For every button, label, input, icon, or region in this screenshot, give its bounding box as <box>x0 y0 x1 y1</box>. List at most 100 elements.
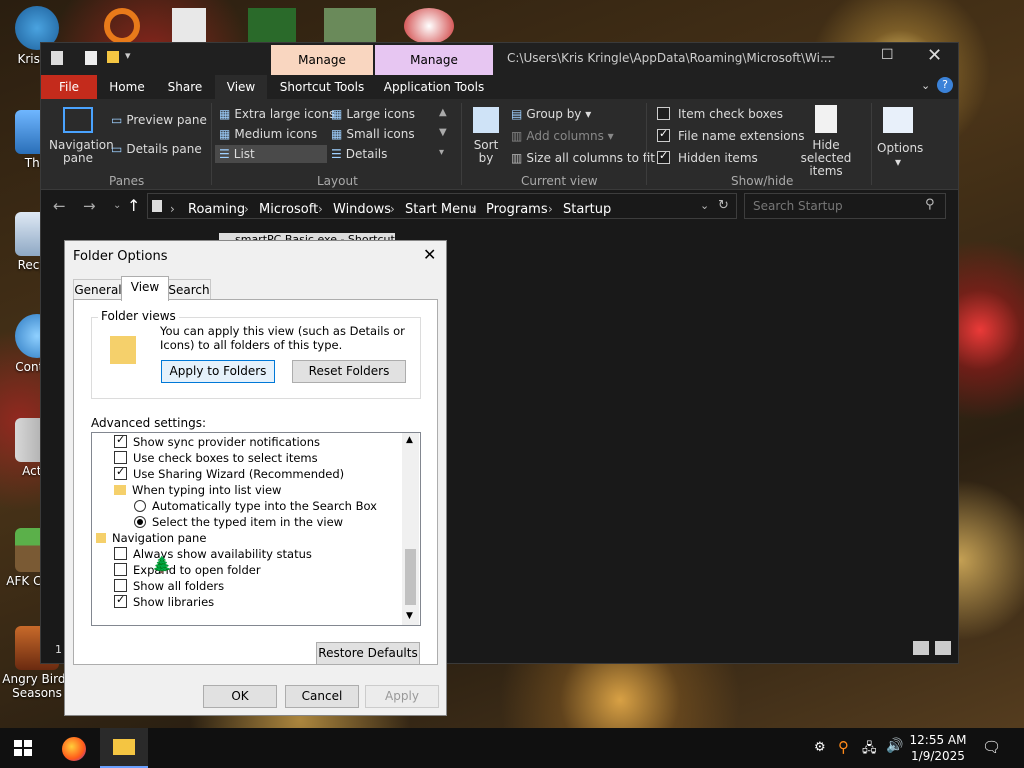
breadcrumb-start-menu[interactable]: Start Menu <box>405 202 477 217</box>
tab-share[interactable]: Share <box>157 75 213 99</box>
radio-button[interactable] <box>134 516 146 528</box>
checkbox[interactable] <box>657 127 670 142</box>
folder-options-dialog[interactable]: Folder Options ✕ General View Search Fol… <box>64 240 447 716</box>
layout-medium-icons[interactable]: ▦ Medium icons <box>219 127 317 141</box>
breadcrumb-microsoft[interactable]: Microsoft <box>259 202 318 217</box>
layout-small-icons[interactable]: ▦ Small icons <box>331 127 415 141</box>
breadcrumb-startup[interactable]: Startup <box>563 202 611 217</box>
radio-button[interactable] <box>134 500 146 512</box>
list-item[interactable]: Expand to open folder <box>114 563 261 577</box>
checkbox[interactable] <box>114 433 127 448</box>
forward-arrow-icon[interactable]: → <box>83 197 96 215</box>
breadcrumb-separator[interactable]: › <box>390 202 395 216</box>
checkbox[interactable] <box>114 547 127 560</box>
layout-list[interactable]: ☰ List <box>215 145 327 163</box>
tab-file[interactable]: File <box>41 75 97 99</box>
checkbox[interactable] <box>114 465 127 480</box>
group-by-button[interactable]: ▤ Group by ▾ <box>511 107 591 121</box>
details-pane-button[interactable]: ▭ Details pane <box>111 142 202 156</box>
tab-view[interactable]: View <box>215 75 267 99</box>
list-item[interactable]: Show all folders <box>114 579 224 593</box>
scrollbar[interactable]: ▲ ▼ <box>402 433 419 625</box>
political-2020-icon[interactable] <box>404 8 454 44</box>
add-columns-button[interactable]: ▥ Add columns ▾ <box>511 129 614 143</box>
firefox-icon[interactable] <box>62 737 86 761</box>
title-bar[interactable]: ▾ Manage Manage C:\Users\Kris Kringle\Ap… <box>41 43 958 75</box>
action-center-icon[interactable]: 🗨 <box>982 738 1001 756</box>
address-dropdown-icon[interactable]: ⌄ <box>700 199 709 212</box>
layout-scroll-up-icon[interactable]: ▲ <box>439 107 447 118</box>
clock[interactable]: 12:55 AM 1/9/2025 <box>906 732 970 764</box>
checkbox[interactable] <box>114 563 127 576</box>
breadcrumb-roaming[interactable]: Roaming <box>188 202 245 217</box>
cancel-button[interactable]: Cancel <box>285 685 359 708</box>
search-box[interactable]: Search Startup ⚲ <box>744 193 946 219</box>
network-icon[interactable]: 🖧 <box>862 739 877 761</box>
new-folder-icon[interactable] <box>107 51 119 63</box>
navigation-pane-button[interactable]: Navigation pane <box>49 139 114 165</box>
breadcrumb-programs[interactable]: Programs <box>486 202 548 217</box>
scrollbar-thumb[interactable] <box>405 549 416 605</box>
list-item[interactable]: Automatically type into the Search Box <box>134 499 377 513</box>
options-button[interactable]: Options ▾ <box>877 141 923 169</box>
minimize-button[interactable]: — <box>821 49 835 65</box>
tab-shortcut-tools[interactable]: Shortcut Tools <box>271 75 373 99</box>
item-check-boxes-toggle[interactable]: Item check boxes <box>657 107 783 121</box>
checkbox[interactable] <box>114 593 127 608</box>
reset-folders-button[interactable]: Reset Folders <box>292 360 406 383</box>
context-tab-manage-1[interactable]: Manage <box>271 45 373 75</box>
hidden-items-toggle[interactable]: Hidden items <box>657 149 758 165</box>
layout-large-icons[interactable]: ▦ Large icons <box>331 107 415 121</box>
layout-expand-icon[interactable]: ▾ <box>439 147 444 158</box>
file-name-extensions-toggle[interactable]: File name extensions <box>657 127 805 143</box>
advanced-settings-list[interactable]: Show sync provider notifications Use che… <box>91 432 421 626</box>
list-item[interactable]: Always show availability status <box>114 547 312 561</box>
help-icon[interactable]: ? <box>937 77 953 93</box>
tab-view[interactable]: View <box>121 276 169 301</box>
scroll-up-icon[interactable]: ▲ <box>406 435 413 445</box>
tab-search[interactable]: Search <box>167 279 211 300</box>
recent-locations-icon[interactable]: ⌄ <box>113 200 121 211</box>
properties-icon[interactable] <box>85 51 97 65</box>
checkbox[interactable] <box>114 451 127 464</box>
list-item[interactable]: Show libraries <box>114 593 214 609</box>
hide-selected-items-button[interactable]: Hide selected items <box>789 139 863 178</box>
close-button[interactable]: ✕ <box>927 45 942 66</box>
tab-general[interactable]: General <box>73 279 123 300</box>
restore-defaults-button[interactable]: Restore Defaults <box>316 642 420 665</box>
search-tray-icon[interactable]: ⚲ <box>838 738 849 756</box>
maximize-button[interactable]: ☐ <box>881 47 894 63</box>
start-button[interactable] <box>14 740 32 756</box>
up-arrow-icon[interactable]: ↑ <box>127 196 140 215</box>
breadcrumb-separator[interactable]: › <box>548 202 553 216</box>
volume-icon[interactable]: 🔊 <box>886 738 903 754</box>
file-icon[interactable] <box>172 8 206 44</box>
preview-pane-button[interactable]: ▭ Preview pane <box>111 113 207 127</box>
context-tab-manage-2[interactable]: Manage <box>375 45 493 75</box>
collapse-ribbon-icon[interactable]: ⌄ <box>921 79 930 92</box>
game-icon[interactable] <box>324 8 376 44</box>
breadcrumb-separator[interactable]: › <box>471 202 476 216</box>
address-bar[interactable]: › Roaming › Microsoft › Windows › Start … <box>147 193 737 219</box>
large-icons-view-icon[interactable] <box>935 641 951 655</box>
refresh-icon[interactable]: ↻ <box>718 198 729 213</box>
tab-home[interactable]: Home <box>99 75 155 99</box>
checkbox[interactable] <box>657 149 670 164</box>
checkbox[interactable] <box>114 579 127 592</box>
breadcrumb-separator[interactable]: › <box>244 202 249 216</box>
ok-button[interactable]: OK <box>203 685 277 708</box>
size-all-columns-button[interactable]: ▥ Size all columns to fit <box>511 151 655 165</box>
quick-access-dropdown-icon[interactable]: ▾ <box>125 49 131 62</box>
breadcrumb-windows[interactable]: Windows <box>333 202 391 217</box>
back-arrow-icon[interactable]: ← <box>53 197 66 215</box>
list-item[interactable]: Show sync provider notifications <box>114 433 320 449</box>
scroll-down-icon[interactable]: ▼ <box>406 611 413 621</box>
layout-extra-large-icons[interactable]: ▦ Extra large icons <box>219 107 335 121</box>
breadcrumb-separator[interactable]: › <box>318 202 323 216</box>
layout-scroll-down-icon[interactable]: ▼ <box>439 127 447 138</box>
dialog-close-button[interactable]: ✕ <box>423 245 436 264</box>
checkbox[interactable] <box>657 107 670 120</box>
network-alert-icon[interactable]: ⚙ <box>814 740 826 755</box>
file-explorer-taskbar-button[interactable] <box>100 728 148 768</box>
search-icon[interactable]: ⚲ <box>925 197 935 212</box>
